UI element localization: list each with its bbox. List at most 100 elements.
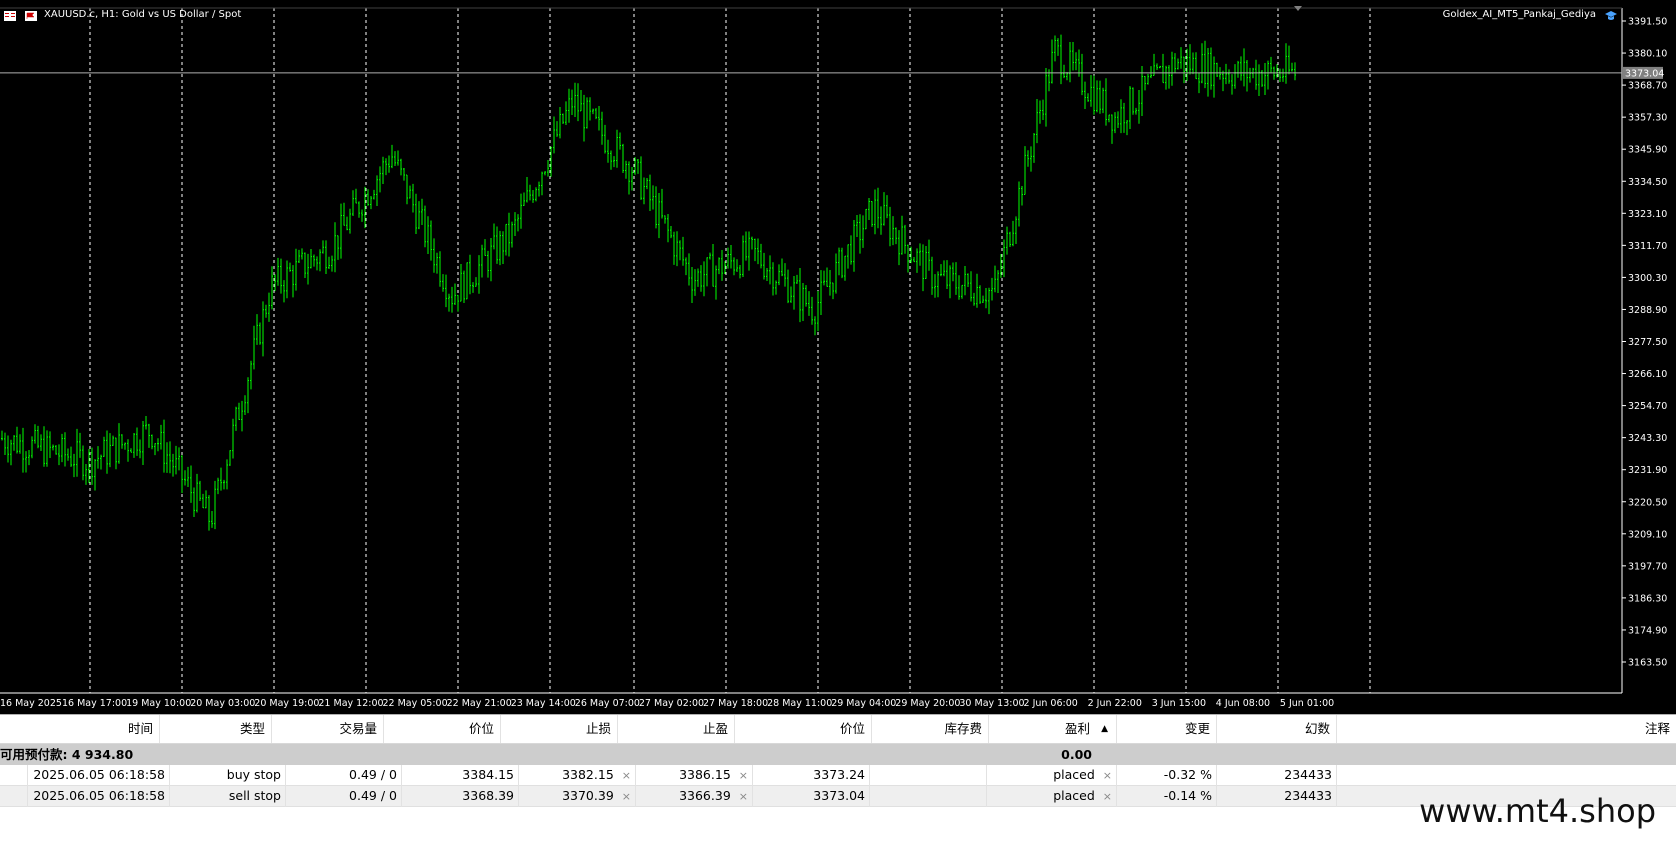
price-tick-label: 3266.10 (1628, 369, 1667, 380)
order-take-profit[interactable]: 3366.39 × (636, 786, 753, 807)
time-tick-label: 29 May 20:00 (895, 698, 960, 709)
price-tick-label: 3380.10 (1628, 49, 1667, 60)
col-header-stop-loss[interactable]: 止损 (501, 715, 618, 743)
price-tick-label: 3311.70 (1628, 241, 1667, 252)
order-current-price: 3373.04 (753, 786, 870, 807)
order-comment (1337, 765, 1676, 786)
price-tick-label: 3209.10 (1628, 529, 1667, 540)
price-tick-label: 3391.50 (1628, 17, 1667, 28)
price-tick-label: 3163.50 (1628, 658, 1667, 669)
time-tick-label: 22 May 21:00 (447, 698, 512, 709)
col-header-magic[interactable]: 幻数 (1217, 715, 1337, 743)
price-tick-label: 3300.30 (1628, 273, 1667, 284)
col-header-price[interactable]: 价位 (384, 715, 501, 743)
time-tick-label: 29 May 04:00 (831, 698, 896, 709)
graduation-cap-icon (1605, 11, 1617, 20)
table-header: 时间 类型 交易量 价位 止损 止盈 价位 库存费 盈利 ▲ 变更 幻数 注释 (0, 715, 1676, 744)
col-header-comment[interactable]: 注释 (1337, 715, 1676, 743)
time-tick-label: 16 May 2025 (0, 698, 62, 709)
order-stop-loss-value: 3370.39 (562, 788, 614, 803)
price-tick-label: 3323.10 (1628, 209, 1667, 220)
order-change: -0.14 % (1117, 786, 1217, 807)
order-type: sell stop (170, 786, 286, 807)
time-tick-label: 30 May 13:00 (959, 698, 1024, 709)
table-row[interactable]: 2025.06.05 06:18:58 buy stop 0.49 / 0 33… (0, 765, 1676, 786)
chart-flag-icon[interactable] (25, 11, 37, 21)
time-tick-label: 22 May 05:00 (383, 698, 448, 709)
price-tick-label: 3368.70 (1628, 81, 1667, 92)
time-tick-label: 16 May 17:00 (62, 698, 127, 709)
order-stop-loss[interactable]: 3370.39 × (519, 786, 636, 807)
free-margin-label: 可用预付款: 4 934.80 (0, 747, 134, 762)
balance-row[interactable]: 可用预付款: 4 934.80 0.00 (0, 744, 1676, 765)
remove-take-profit-icon[interactable]: × (739, 769, 748, 782)
col-header-profit-label: 盈利 (1064, 721, 1090, 736)
remove-stop-loss-icon[interactable]: × (622, 769, 631, 782)
col-header-volume[interactable]: 交易量 (272, 715, 384, 743)
time-tick-label: 20 May 03:00 (190, 698, 255, 709)
time-tick-label: 27 May 02:00 (639, 698, 704, 709)
col-header-take-profit[interactable]: 止盈 (618, 715, 735, 743)
time-tick-label: 26 May 07:00 (575, 698, 640, 709)
price-tick-label: 3357.30 (1628, 113, 1667, 124)
order-take-profit[interactable]: 3386.15 × (636, 765, 753, 786)
order-current-price: 3373.24 (753, 765, 870, 786)
price-tick-label: 3277.50 (1628, 337, 1667, 348)
order-take-profit-value: 3386.15 (679, 767, 731, 782)
time-tick-label: 27 May 18:00 (703, 698, 768, 709)
order-stop-loss-value: 3382.15 (562, 767, 614, 782)
chart-window-icon[interactable] (4, 11, 16, 21)
chart-canvas[interactable]: 16 May 2025 16 May 17:0019 May 10:0020 Ma… (0, 0, 1676, 714)
order-status[interactable]: placed × (987, 786, 1117, 807)
time-tick-label: 3 Jun 15:00 (1152, 698, 1206, 709)
order-status-value: placed (1053, 767, 1095, 782)
order-change: -0.32 % (1117, 765, 1217, 786)
price-chart[interactable]: 16 May 2025 16 May 17:00 19 May 10:00 20 Ma… (0, 0, 1676, 714)
col-header-current-price[interactable]: 价位 (735, 715, 872, 743)
price-tick-label: 3345.90 (1628, 145, 1667, 156)
time-tick-label: 5 Jun 01:00 (1280, 698, 1334, 709)
cancel-order-icon[interactable]: × (1103, 769, 1112, 782)
current-price-label: 3373.04 (1625, 68, 1664, 79)
price-tick-label: 3220.50 (1628, 497, 1667, 508)
sort-up-icon: ▲ (1101, 724, 1108, 734)
time-tick-label: 23 May 14:00 (511, 698, 576, 709)
order-magic: 234433 (1217, 786, 1337, 807)
time-tick-label: 21 May 12:00 (318, 698, 383, 709)
col-header-change[interactable]: 变更 (1117, 715, 1217, 743)
watermark: www.mt4.shop (1419, 792, 1656, 830)
order-swap (870, 765, 987, 786)
time-tick-label: 2 Jun 06:00 (1024, 698, 1078, 709)
order-stop-loss[interactable]: 3382.15 × (519, 765, 636, 786)
order-magic: 234433 (1217, 765, 1337, 786)
order-status[interactable]: placed × (987, 765, 1117, 786)
time-tick-label: 20 May 19:00 (254, 698, 319, 709)
chart-title: XAUUSD.c, H1: Gold vs US Dollar / Spot (44, 9, 242, 20)
col-header-time[interactable]: 时间 (0, 715, 160, 743)
col-header-type[interactable]: 类型 (160, 715, 272, 743)
cancel-order-icon[interactable]: × (1103, 790, 1112, 803)
order-volume: 0.49 / 0 (286, 765, 402, 786)
time-tick-label: 2 Jun 22:00 (1088, 698, 1142, 709)
price-tick-label: 3288.90 (1628, 305, 1667, 316)
remove-stop-loss-icon[interactable]: × (622, 790, 631, 803)
order-type: buy stop (170, 765, 286, 786)
price-tick-label: 3186.30 (1628, 593, 1667, 604)
order-swap (870, 786, 987, 807)
order-price: 3384.15 (402, 765, 519, 786)
order-time: 2025.06.05 06:18:58 (28, 786, 170, 807)
price-tick-label: 3231.90 (1628, 465, 1667, 476)
price-tick-label: 3334.50 (1628, 177, 1667, 188)
col-header-profit[interactable]: 盈利 ▲ (989, 715, 1117, 743)
order-status-value: placed (1053, 788, 1095, 803)
time-tick-label: 19 May 10:00 (126, 698, 191, 709)
price-tick-label: 3243.30 (1628, 433, 1667, 444)
col-header-swap[interactable]: 库存费 (872, 715, 989, 743)
time-tick-label: 28 May 11:00 (767, 698, 832, 709)
expert-advisor-name[interactable]: Goldex_AI_MT5_Pankaj_Gediya (1443, 9, 1596, 20)
price-tick-label: 3174.90 (1628, 625, 1667, 636)
total-profit: 0.00 (1061, 747, 1092, 762)
row-marker (0, 765, 28, 786)
price-tick-label: 3197.70 (1628, 561, 1667, 572)
remove-take-profit-icon[interactable]: × (739, 790, 748, 803)
